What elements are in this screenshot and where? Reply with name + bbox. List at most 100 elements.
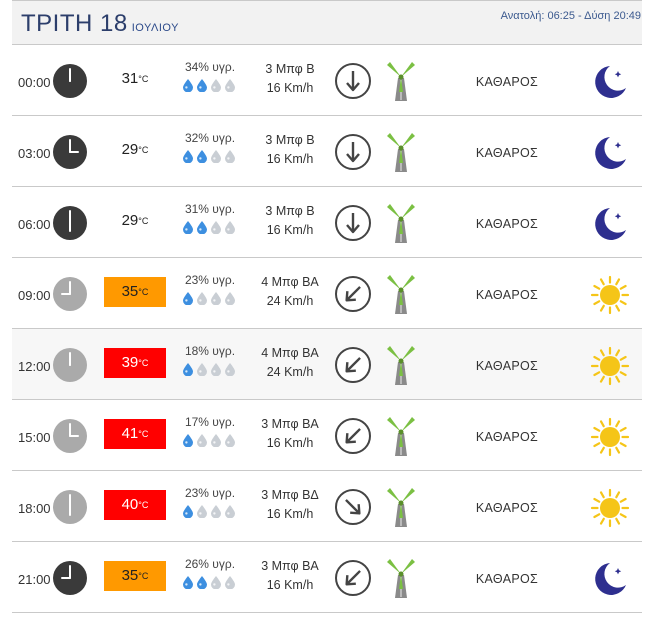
humidity-drops-icon <box>181 291 235 306</box>
temperature-unit: °C <box>138 145 149 155</box>
temperature-value: 29 <box>121 141 139 158</box>
temperature-unit: °C <box>138 571 149 581</box>
hour-row: 21:00 35°C 26% υγρ. 3 Μπφ ΒΑ 16 Km/h ΚΑΘΑ… <box>12 542 642 613</box>
arrow-down-icon <box>334 133 372 171</box>
clock-icon <box>53 135 87 169</box>
temperature: 40°C <box>104 490 166 520</box>
temperature: 29°C <box>104 206 166 236</box>
wind-beaufort: 3 Μπφ Β <box>265 62 315 76</box>
wind-beaufort: 3 Μπφ Β <box>265 204 315 218</box>
sun-icon <box>590 275 630 315</box>
temperature-value: 29 <box>121 212 139 229</box>
condition-text: ΚΑΘΑΡΟΣ <box>475 217 539 231</box>
temperature-value: 40 <box>121 496 139 513</box>
wind-info: 3 Μπφ ΒΔ 16 Km/h <box>248 486 332 524</box>
humidity: 31% υγρ. <box>184 202 236 216</box>
condition-text: ΚΑΘΑΡΟΣ <box>475 288 539 302</box>
arrow-down-icon <box>334 204 372 242</box>
arrow-down-icon <box>334 62 372 100</box>
humidity-drops-icon <box>181 575 235 590</box>
humidity: 34% υγρ. <box>184 60 236 74</box>
wind-info: 4 Μπφ ΒΑ 24 Km/h <box>248 344 332 382</box>
temperature-unit: °C <box>138 216 149 226</box>
hour-time: 03:00 <box>18 146 51 161</box>
day-title: ΤΡΙΤΗ 18 ΙΟΥΛΙΟΥ <box>21 10 179 38</box>
temperature-unit: °C <box>138 74 149 84</box>
hour-row: 03:00 29°C 32% υγρ. 3 Μπφ Β 16 Km/h ΚΑΘΑΡ… <box>12 116 642 187</box>
windmill-icon <box>384 555 418 599</box>
wind-beaufort: 3 Μπφ Β <box>265 133 315 147</box>
wind-speed: 16 Km/h <box>266 81 314 95</box>
hour-time: 12:00 <box>18 359 51 374</box>
humidity-drops-icon <box>181 433 235 448</box>
sun-icon <box>590 417 630 457</box>
wind-beaufort: 3 Μπφ ΒΑ <box>261 417 319 431</box>
humidity-drops-icon <box>181 220 235 235</box>
temperature-value: 35 <box>121 567 139 584</box>
humidity: 18% υγρ. <box>184 344 236 358</box>
moon-icon <box>590 559 630 599</box>
hour-row: 15:00 41°C 17% υγρ. 3 Μπφ ΒΑ 16 Km/h ΚΑΘΑ… <box>12 400 642 471</box>
temperature: 35°C <box>104 277 166 307</box>
clock-icon <box>53 64 87 98</box>
temperature: 29°C <box>104 135 166 165</box>
hour-time: 06:00 <box>18 217 51 232</box>
arrow-down-right-icon <box>334 488 372 526</box>
wind-beaufort: 4 Μπφ ΒΑ <box>261 275 319 289</box>
wind-info: 3 Μπφ Β 16 Km/h <box>248 131 332 169</box>
temperature-value: 41 <box>121 425 139 442</box>
moon-icon <box>590 204 630 244</box>
humidity-drops-icon <box>181 149 235 164</box>
hour-time: 15:00 <box>18 430 51 445</box>
wind-beaufort: 4 Μπφ ΒΑ <box>261 346 319 360</box>
day-header: ΤΡΙΤΗ 18 ΙΟΥΛΙΟΥ Ανατολή: 06:25 - Δύση 20… <box>12 0 642 45</box>
humidity: 26% υγρ. <box>184 557 236 571</box>
hour-row: 18:00 40°C 23% υγρ. 3 Μπφ ΒΔ 16 Km/h ΚΑΘΑ… <box>12 471 642 542</box>
clock-icon <box>53 419 87 453</box>
condition-text: ΚΑΘΑΡΟΣ <box>475 75 539 89</box>
wind-info: 3 Μπφ Β 16 Km/h <box>248 60 332 98</box>
hour-time: 21:00 <box>18 572 51 587</box>
temperature-value: 35 <box>121 283 139 300</box>
arrow-down-left-icon <box>334 346 372 384</box>
day-label: ΤΡΙΤΗ 18 <box>21 10 128 37</box>
wind-info: 3 Μπφ ΒΑ 16 Km/h <box>248 415 332 453</box>
hourly-rows: 00:00 31°C 34% υγρ. 3 Μπφ Β 16 Km/h ΚΑΘΑΡ… <box>12 45 642 613</box>
hour-row: 06:00 29°C 31% υγρ. 3 Μπφ Β 16 Km/h ΚΑΘΑΡ… <box>12 187 642 258</box>
wind-speed: 16 Km/h <box>266 152 314 166</box>
month-label: ΙΟΥΛΙΟΥ <box>131 22 179 34</box>
arrow-down-left-icon <box>334 559 372 597</box>
temperature-unit: °C <box>138 287 149 297</box>
hour-row: 12:00 39°C 18% υγρ. 4 Μπφ ΒΑ 24 Km/h ΚΑΘΑ… <box>12 329 642 400</box>
temperature-unit: °C <box>138 500 149 510</box>
wind-speed: 16 Km/h <box>266 507 314 521</box>
clock-icon <box>53 206 87 240</box>
clock-icon <box>53 561 87 595</box>
temperature-value: 31 <box>121 70 139 87</box>
hour-row: 00:00 31°C 34% υγρ. 3 Μπφ Β 16 Km/h ΚΑΘΑΡ… <box>12 45 642 116</box>
forecast-panel: ΤΡΙΤΗ 18 ΙΟΥΛΙΟΥ Ανατολή: 06:25 - Δύση 20… <box>12 0 642 613</box>
clock-icon <box>53 277 87 311</box>
wind-beaufort: 3 Μπφ ΒΔ <box>261 488 319 502</box>
hour-row: 09:00 35°C 23% υγρ. 4 Μπφ ΒΑ 24 Km/h ΚΑΘΑ… <box>12 258 642 329</box>
windmill-icon <box>384 129 418 173</box>
arrow-down-left-icon <box>334 417 372 455</box>
moon-icon <box>590 133 630 173</box>
wind-info: 3 Μπφ Β 16 Km/h <box>248 202 332 240</box>
arrow-down-left-icon <box>334 275 372 313</box>
condition-text: ΚΑΘΑΡΟΣ <box>475 430 539 444</box>
windmill-icon <box>384 413 418 457</box>
clock-icon <box>53 490 87 524</box>
temperature-unit: °C <box>138 358 149 368</box>
temperature: 39°C <box>104 348 166 378</box>
humidity: 23% υγρ. <box>184 273 236 287</box>
wind-speed: 16 Km/h <box>266 436 314 450</box>
sun-icon <box>590 488 630 528</box>
humidity-drops-icon <box>181 504 235 519</box>
condition-text: ΚΑΘΑΡΟΣ <box>475 146 539 160</box>
humidity-drops-icon <box>181 78 235 93</box>
clock-icon <box>53 348 87 382</box>
condition-text: ΚΑΘΑΡΟΣ <box>475 359 539 373</box>
wind-info: 4 Μπφ ΒΑ 24 Km/h <box>248 273 332 311</box>
wind-speed: 16 Km/h <box>266 223 314 237</box>
